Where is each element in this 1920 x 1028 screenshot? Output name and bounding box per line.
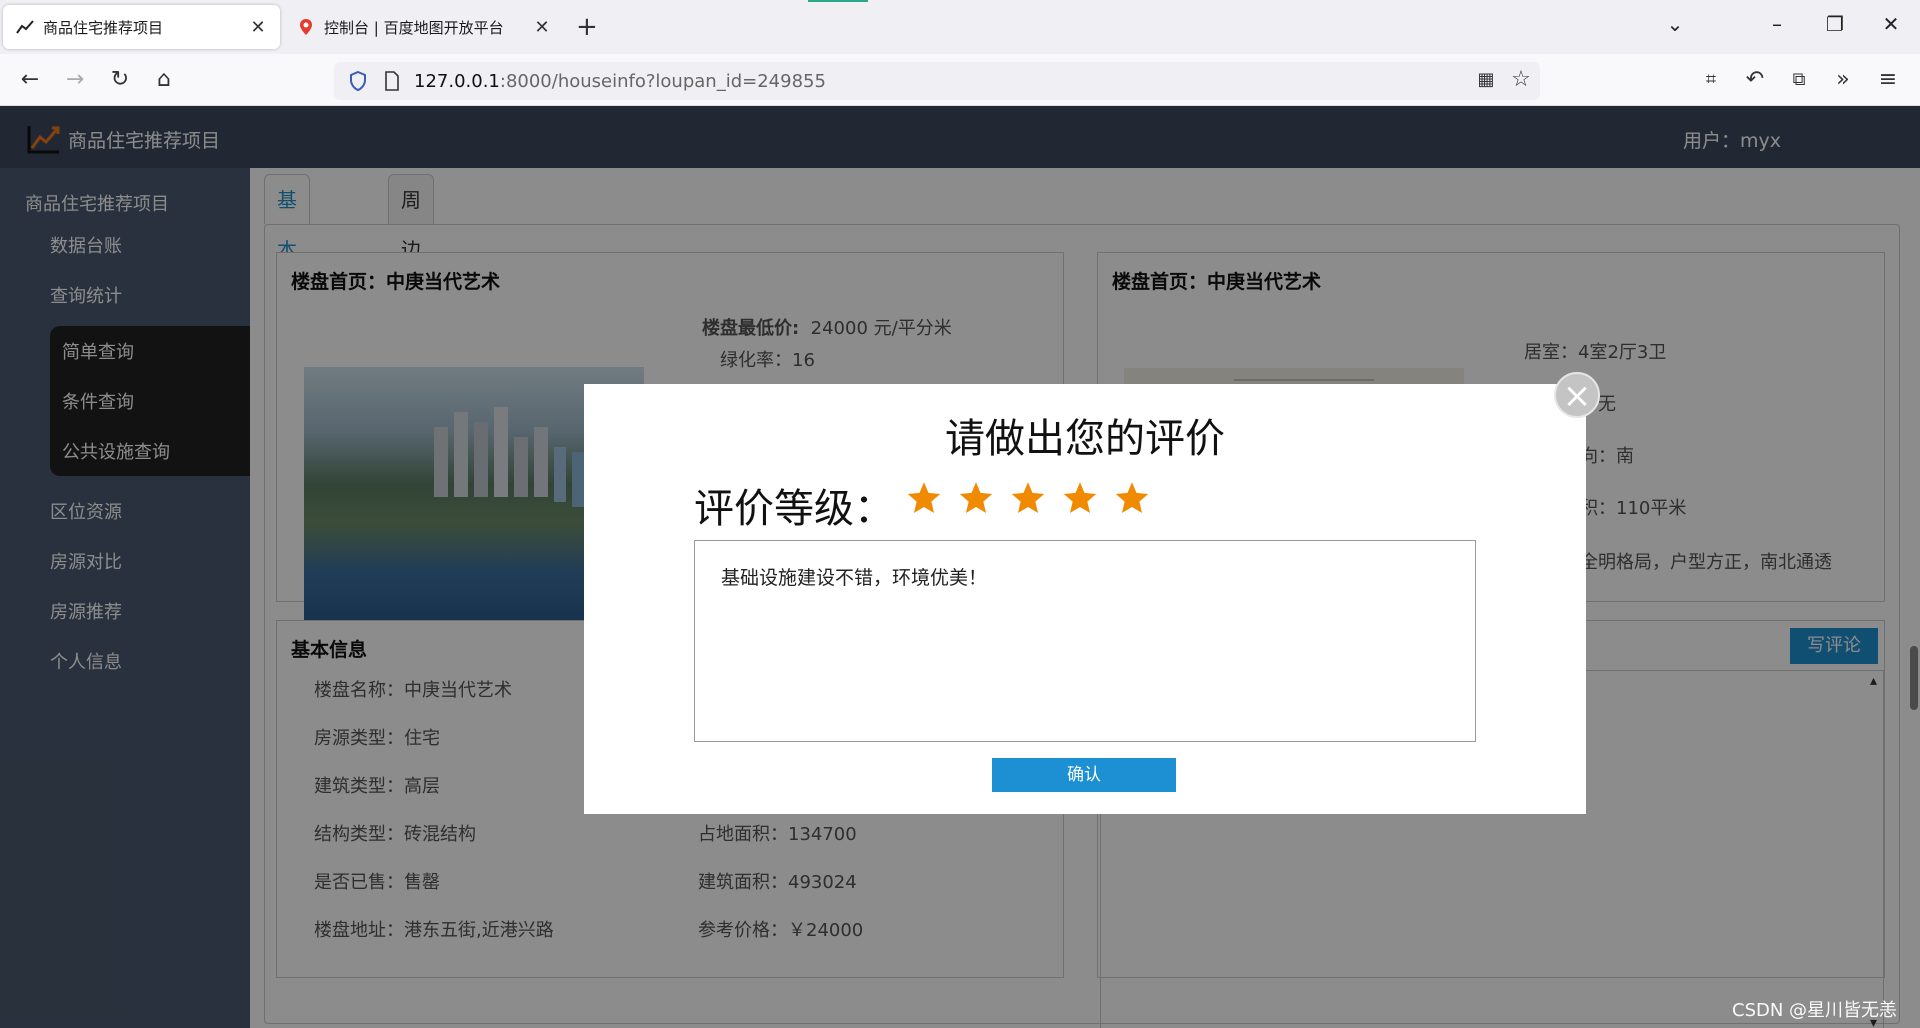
minimize-icon[interactable]: – bbox=[1762, 12, 1792, 36]
back-icon[interactable]: ← bbox=[16, 66, 44, 94]
browser-tabbar: 商品住宅推荐项目 ✕ 控制台 | 百度地图开放平台 ✕ + ⌄ – ❐ ✕ bbox=[0, 0, 1920, 54]
star-icon[interactable] bbox=[1010, 480, 1046, 516]
window-close-icon[interactable]: ✕ bbox=[1876, 12, 1906, 36]
close-modal-icon[interactable]: × bbox=[1554, 372, 1600, 418]
star-icon[interactable] bbox=[906, 480, 942, 516]
chart-icon bbox=[15, 17, 35, 37]
restore-icon[interactable]: ❐ bbox=[1820, 12, 1850, 36]
overflow-icon[interactable]: » bbox=[1829, 66, 1857, 94]
bookmark-star-icon[interactable]: ☆ bbox=[1507, 66, 1535, 94]
menu-icon[interactable]: ≡ bbox=[1874, 66, 1902, 94]
star-rating[interactable] bbox=[906, 480, 1150, 516]
browser-tab-active[interactable]: 商品住宅推荐项目 ✕ bbox=[3, 5, 280, 49]
rating-modal: 请做出您的评价 评价等级： 基础设施建设不错，环境优美！ 确认 bbox=[584, 384, 1586, 814]
star-icon[interactable] bbox=[958, 480, 994, 516]
home-icon[interactable]: ⌂ bbox=[150, 66, 178, 94]
comment-textarea[interactable]: 基础设施建设不错，环境优美！ bbox=[694, 540, 1476, 742]
tabbar-accent bbox=[808, 0, 868, 2]
star-icon[interactable] bbox=[1062, 480, 1098, 516]
url-host: 127.0.0.1 bbox=[414, 70, 500, 92]
forward-icon[interactable]: → bbox=[61, 66, 89, 94]
rating-label: 评价等级： bbox=[694, 486, 894, 532]
tab-list-icon[interactable]: ⌄ bbox=[1660, 12, 1690, 36]
crop-icon[interactable]: ⌗ bbox=[1697, 66, 1725, 94]
reload-icon[interactable]: ↻ bbox=[106, 66, 134, 94]
watermark: CSDN @星川皆无恙 bbox=[1732, 1000, 1898, 1021]
new-tab-icon[interactable]: + bbox=[576, 12, 598, 42]
qr-code-icon[interactable]: ▦ bbox=[1472, 66, 1500, 94]
url-path: :8000/houseinfo?loupan_id=249855 bbox=[499, 70, 826, 92]
close-tab-icon[interactable]: ✕ bbox=[532, 17, 552, 38]
confirm-button[interactable]: 确认 bbox=[992, 758, 1176, 792]
url-bar[interactable]: 127.0.0.1:8000/houseinfo?loupan_id=24985… bbox=[334, 62, 1540, 100]
star-icon[interactable] bbox=[1114, 480, 1150, 516]
browser-navbar: ← → ↻ ⌂ 127.0.0.1:8000/houseinfo?loupan_… bbox=[0, 54, 1920, 106]
tab-title: 控制台 | 百度地图开放平台 bbox=[324, 18, 504, 37]
map-pin-icon bbox=[296, 17, 316, 37]
modal-title: 请做出您的评价 bbox=[945, 416, 1225, 462]
browser-tab[interactable]: 控制台 | 百度地图开放平台 ✕ bbox=[284, 5, 564, 49]
page-icon bbox=[380, 69, 404, 93]
shield-icon bbox=[346, 69, 370, 93]
close-tab-icon[interactable]: ✕ bbox=[248, 17, 268, 38]
undo-icon[interactable]: ↶ bbox=[1741, 66, 1769, 94]
extensions-icon[interactable]: ⧉ bbox=[1785, 66, 1813, 94]
tab-title: 商品住宅推荐项目 bbox=[43, 18, 164, 37]
